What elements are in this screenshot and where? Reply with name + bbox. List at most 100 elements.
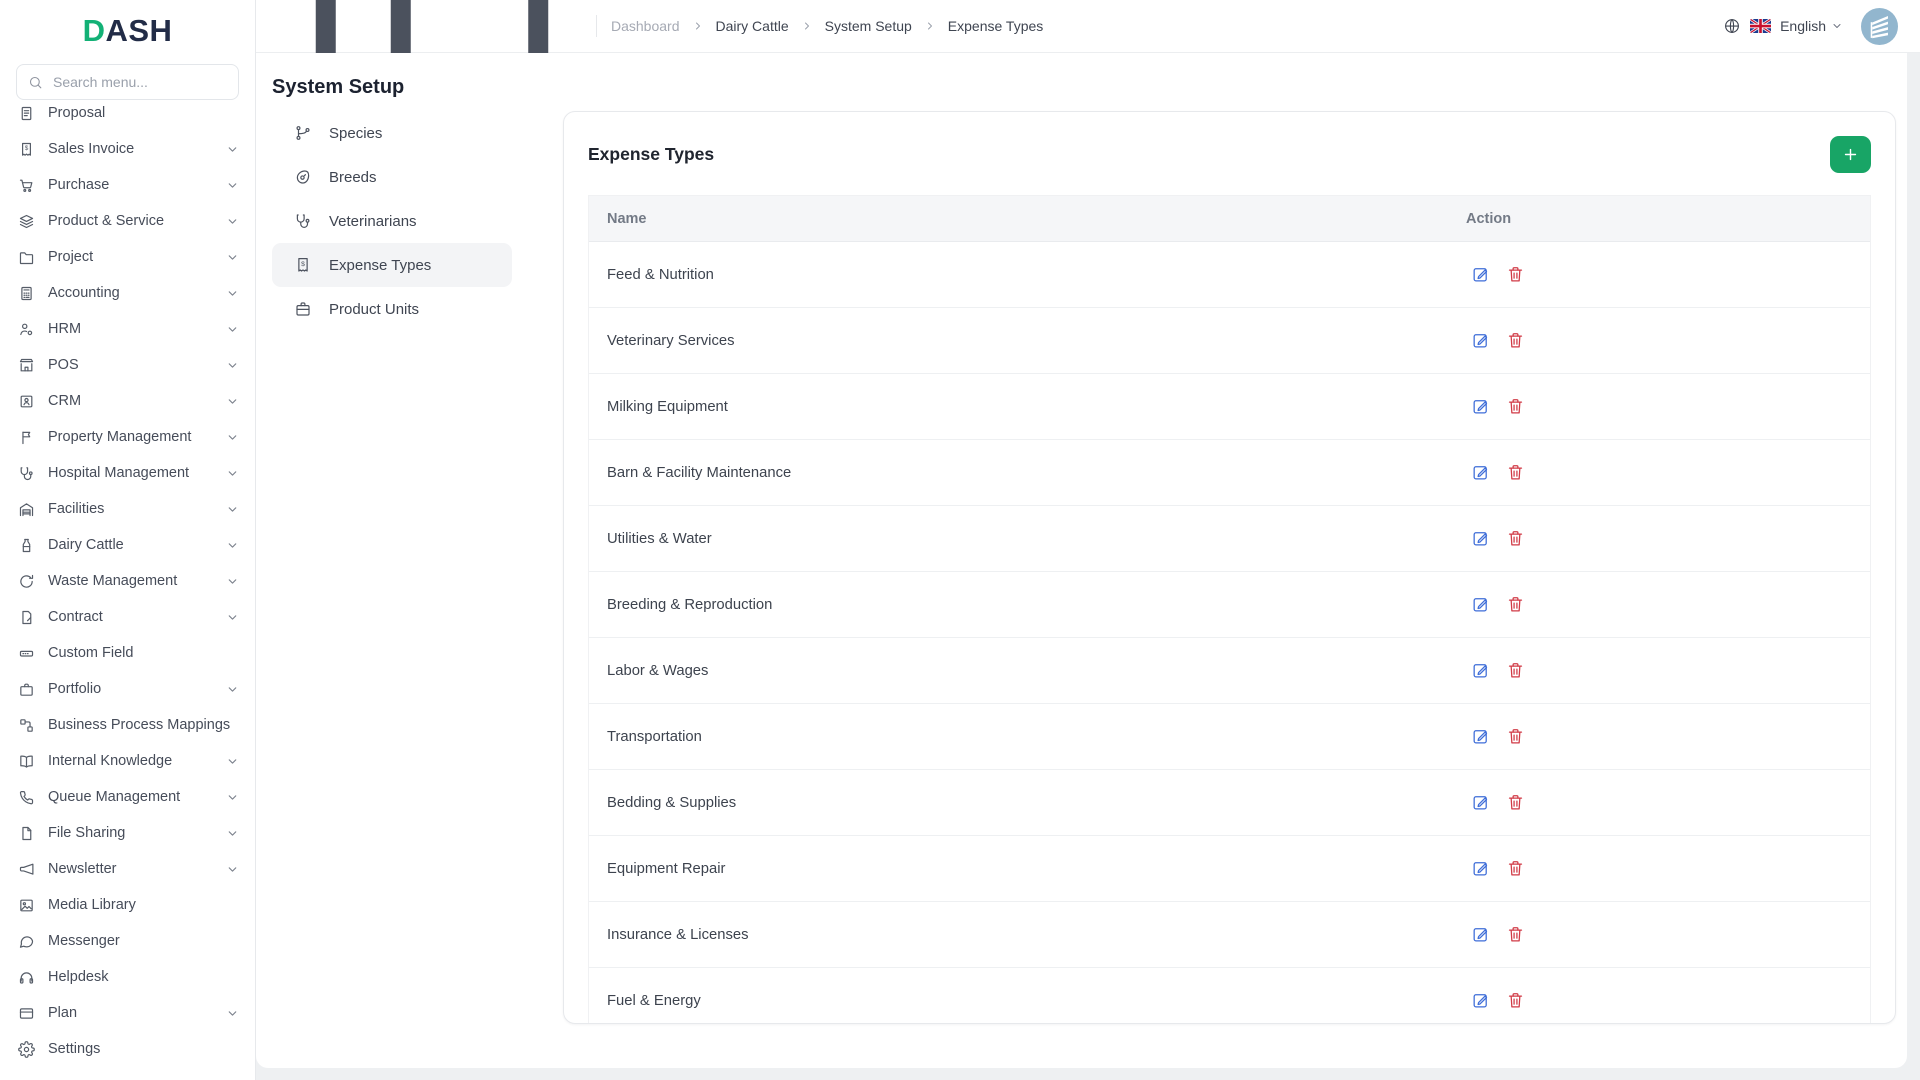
globe-icon[interactable] bbox=[1723, 17, 1741, 35]
purchase-icon bbox=[18, 177, 35, 194]
edit-button[interactable] bbox=[1471, 727, 1490, 746]
sidebar-item-label: Hospital Management bbox=[48, 465, 213, 481]
sidebar-item-contract[interactable]: Contract bbox=[0, 599, 255, 635]
edit-button[interactable] bbox=[1471, 925, 1490, 944]
delete-button[interactable] bbox=[1506, 925, 1525, 944]
sidebar-item-queue-management[interactable]: Queue Management bbox=[0, 779, 255, 815]
sidebar-item-accounting[interactable]: Accounting bbox=[0, 275, 255, 311]
sidebar-item-product-service[interactable]: Product & Service bbox=[0, 203, 255, 239]
edit-button[interactable] bbox=[1471, 595, 1490, 614]
add-expense-type-button[interactable] bbox=[1830, 136, 1871, 173]
edit-icon bbox=[1471, 859, 1490, 878]
table-row: Labor & Wages bbox=[589, 638, 1870, 704]
sidebar-menu: Proposal$Sales InvoicePurchaseProduct & … bbox=[0, 106, 255, 1080]
row-actions bbox=[1466, 859, 1870, 878]
sidebar-item-hrm[interactable]: HRM bbox=[0, 311, 255, 347]
sidebar-item-label: Accounting bbox=[48, 285, 213, 301]
edit-button[interactable] bbox=[1471, 991, 1490, 1010]
brand-logo-rest: ASH bbox=[105, 13, 172, 49]
breadcrumb-item-dairy-cattle[interactable]: Dairy Cattle bbox=[716, 18, 789, 34]
sidebar-item-property-management[interactable]: Property Management bbox=[0, 419, 255, 455]
contract-icon bbox=[18, 609, 35, 626]
edit-button[interactable] bbox=[1471, 661, 1490, 680]
brand-logo[interactable]: DASH bbox=[0, 0, 255, 62]
setup-nav-item-breeds[interactable]: Breeds bbox=[272, 155, 512, 199]
language-selector[interactable]: English bbox=[1780, 18, 1843, 34]
card-header: Expense Types bbox=[588, 136, 1871, 173]
edit-button[interactable] bbox=[1471, 397, 1490, 416]
sidebar-item-messenger[interactable]: Messenger bbox=[0, 923, 255, 959]
edit-icon bbox=[1471, 397, 1490, 416]
delete-button[interactable] bbox=[1506, 661, 1525, 680]
breadcrumb-item-system-setup[interactable]: System Setup bbox=[825, 18, 912, 34]
sidebar-item-facilities[interactable]: Facilities bbox=[0, 491, 255, 527]
breadcrumb-item-expense-types[interactable]: Expense Types bbox=[948, 18, 1043, 34]
sidebar-item-sales-invoice[interactable]: $Sales Invoice bbox=[0, 131, 255, 167]
delete-button[interactable] bbox=[1506, 265, 1525, 284]
delete-button[interactable] bbox=[1506, 727, 1525, 746]
book-icon bbox=[18, 753, 35, 770]
expense-types-card: Expense Types Name Action Feed & Nutriti… bbox=[563, 111, 1896, 1024]
delete-button[interactable] bbox=[1506, 793, 1525, 812]
edit-button[interactable] bbox=[1471, 859, 1490, 878]
sidebar-item-project[interactable]: Project bbox=[0, 239, 255, 275]
sidebar-item-proposal[interactable]: Proposal bbox=[0, 106, 255, 131]
delete-button[interactable] bbox=[1506, 991, 1525, 1010]
edit-button[interactable] bbox=[1471, 331, 1490, 350]
main-area: Dashboard Dairy Cattle System Setup Expense… bbox=[256, 0, 1920, 1080]
row-actions bbox=[1466, 463, 1870, 482]
edit-button[interactable] bbox=[1471, 463, 1490, 482]
sidebar-item-settings[interactable]: Settings bbox=[0, 1031, 255, 1067]
edit-icon bbox=[1471, 463, 1490, 482]
sidebar-item-label: Sales Invoice bbox=[48, 141, 213, 157]
sidebar-item-purchase[interactable]: Purchase bbox=[0, 167, 255, 203]
setup-nav-label: Species bbox=[329, 125, 382, 142]
sidebar-item-waste-management[interactable]: Waste Management bbox=[0, 563, 255, 599]
delete-button[interactable] bbox=[1506, 859, 1525, 878]
sidebar-item-hospital-management[interactable]: Hospital Management bbox=[0, 455, 255, 491]
expense-type-name: Equipment Repair bbox=[589, 861, 1466, 877]
delete-icon bbox=[1506, 727, 1525, 746]
language-label: English bbox=[1780, 18, 1826, 34]
row-actions bbox=[1466, 331, 1870, 350]
topbar-right: English bbox=[1723, 8, 1898, 45]
delete-button[interactable] bbox=[1506, 595, 1525, 614]
sidebar-item-custom-field[interactable]: Custom Field bbox=[0, 635, 255, 671]
sidebar-item-portfolio[interactable]: Portfolio bbox=[0, 671, 255, 707]
delete-button[interactable] bbox=[1506, 463, 1525, 482]
setup-nav-item-product-units[interactable]: Product Units bbox=[272, 287, 512, 331]
avatar[interactable] bbox=[1861, 8, 1898, 45]
sidebar-item-helpdesk[interactable]: Helpdesk bbox=[0, 959, 255, 995]
delete-button[interactable] bbox=[1506, 331, 1525, 350]
delete-button[interactable] bbox=[1506, 397, 1525, 416]
sidebar-item-dairy-cattle[interactable]: Dairy Cattle bbox=[0, 527, 255, 563]
crm-icon bbox=[18, 393, 35, 410]
search-input[interactable] bbox=[51, 73, 227, 91]
delete-button[interactable] bbox=[1506, 529, 1525, 548]
sidebar-item-media-library[interactable]: Media Library bbox=[0, 887, 255, 923]
sidebar-item-internal-knowledge[interactable]: Internal Knowledge bbox=[0, 743, 255, 779]
edit-button[interactable] bbox=[1471, 793, 1490, 812]
lunchbox-icon bbox=[294, 300, 312, 318]
sidebar-item-business-process-mappings[interactable]: Business Process Mappings bbox=[0, 707, 255, 743]
breadcrumb-item-dashboard[interactable]: Dashboard bbox=[611, 18, 680, 34]
sidebar-item-pos[interactable]: POS bbox=[0, 347, 255, 383]
setup-nav-item-expense-types[interactable]: $Expense Types bbox=[272, 243, 512, 287]
sidebar-item-crm[interactable]: CRM bbox=[0, 383, 255, 419]
chevron-down-icon bbox=[226, 215, 239, 228]
chevron-down-icon bbox=[226, 791, 239, 804]
edit-icon bbox=[1471, 925, 1490, 944]
setup-nav-item-species[interactable]: Species bbox=[272, 111, 512, 155]
edit-icon bbox=[1471, 991, 1490, 1010]
setup-nav: Species Breeds Veterinarians$Expense Types… bbox=[272, 111, 563, 331]
sidebar-item-plan[interactable]: Plan bbox=[0, 995, 255, 1031]
sidebar-item-newsletter[interactable]: Newsletter bbox=[0, 851, 255, 887]
edit-button[interactable] bbox=[1471, 529, 1490, 548]
setup-nav-label: Breeds bbox=[329, 169, 377, 186]
edit-button[interactable] bbox=[1471, 265, 1490, 284]
delete-icon bbox=[1506, 859, 1525, 878]
setup-nav-item-veterinarians[interactable]: Veterinarians bbox=[272, 199, 512, 243]
sidebar-item-file-sharing[interactable]: File Sharing bbox=[0, 815, 255, 851]
sidebar-search bbox=[16, 64, 239, 100]
species-icon bbox=[294, 124, 312, 142]
